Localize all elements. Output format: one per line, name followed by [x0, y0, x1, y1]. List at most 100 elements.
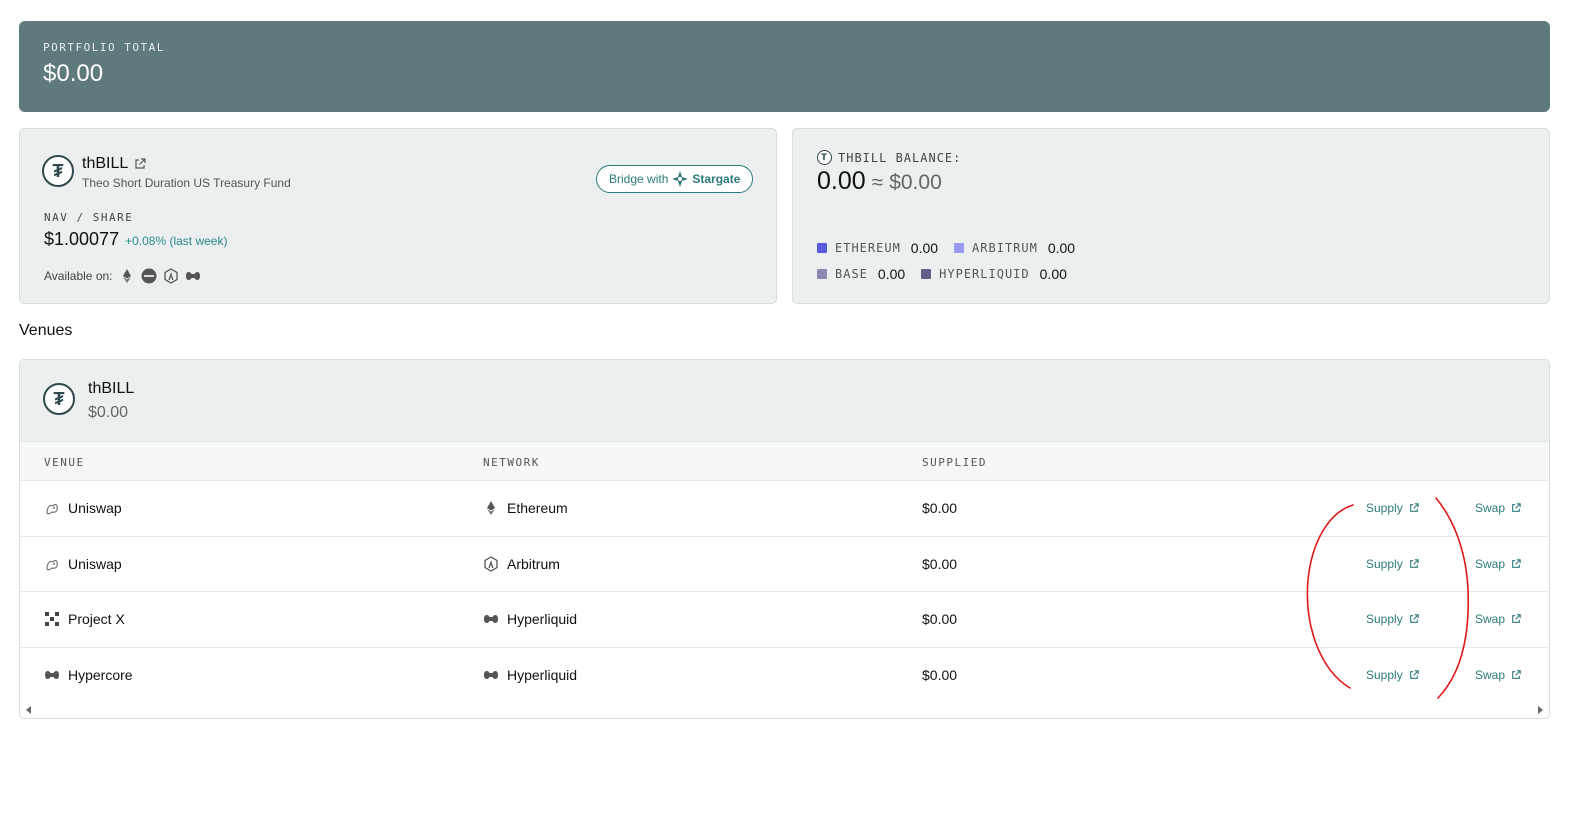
swap-link[interactable]: Swap: [1475, 592, 1521, 647]
venues-table-card: ₮ thBILL $0.00 VENUE NETWORK SUPPLIED Un…: [19, 359, 1550, 719]
thbill-logo-icon: ₮: [42, 155, 74, 187]
balance-card: ₮ THBILL BALANCE: 0.00 ≈ $0.00 ETHEREUM …: [792, 128, 1550, 304]
supply-label: Supply: [1366, 612, 1403, 627]
external-link-icon: [1512, 670, 1521, 679]
network-name: Arbitrum: [507, 555, 560, 572]
swap-link[interactable]: Swap: [1475, 648, 1521, 703]
balance-value-row: 0.00 ≈ $0.00: [817, 167, 942, 196]
venues-title: Venues: [19, 322, 73, 339]
chain-name: ETHEREUM: [835, 241, 901, 255]
swap-link[interactable]: Swap: [1475, 537, 1521, 592]
table-row: Hypercore Hyperliquid $0.00 Supply Swap: [20, 648, 1549, 703]
external-link-icon: [1409, 559, 1419, 568]
chain-balance-base: BASE 0.00: [817, 266, 905, 282]
arbitrum-icon: [484, 555, 498, 572]
horizontal-scrollbar[interactable]: [20, 702, 1549, 718]
fund-name: thBILL: [82, 155, 129, 172]
external-link-icon: [1409, 670, 1419, 679]
swap-link[interactable]: Swap: [1475, 481, 1521, 536]
thbill-logo-icon: ₮: [43, 383, 75, 415]
supply-link[interactable]: Supply: [1366, 537, 1419, 592]
stargate-brand: Stargate: [692, 172, 741, 186]
supply-link[interactable]: Supply: [1366, 481, 1419, 536]
portfolio-total-label: PORTFOLIO TOTAL: [43, 41, 165, 54]
fund-subtitle: Theo Short Duration US Treasury Fund: [82, 176, 291, 190]
chain-value: 0.00: [910, 240, 939, 256]
supply-link[interactable]: Supply: [1366, 648, 1419, 703]
bridge-stargate-button[interactable]: Bridge with Stargate: [596, 165, 754, 193]
supply-label: Supply: [1366, 556, 1403, 571]
network-name: Hyperliquid: [507, 611, 578, 628]
external-link-icon: [1409, 614, 1419, 624]
base-icon: [141, 268, 156, 284]
chain-balances: ETHEREUM 0.00 ARBITRUM 0.00 BASE 0.00 HY…: [817, 235, 1091, 287]
portfolio-total-value: $0.00: [43, 60, 104, 87]
network-cell: Ethereum: [483, 481, 568, 536]
supply-link[interactable]: Supply: [1366, 592, 1419, 647]
chain-value: 0.00: [877, 266, 906, 282]
hyperliquid-icon: [185, 271, 200, 281]
table-row: Uniswap Arbitrum $0.00 Supply Swap: [20, 537, 1549, 592]
venues-token-value: $0.00: [88, 404, 129, 421]
balance-amount: 0.00: [817, 167, 866, 195]
available-on: Available on:: [44, 268, 201, 284]
hyperliquid-icon: [484, 615, 498, 624]
ethereum-icon: [122, 269, 131, 283]
external-link-icon: [1409, 503, 1419, 513]
network-cell: Hyperliquid: [483, 648, 577, 703]
venue-name: Uniswap: [68, 555, 122, 572]
table-row: Uniswap Ethereum $0.00 Supply Swap: [20, 481, 1549, 537]
supplied-cell: $0.00: [922, 555, 958, 572]
venue-name: Uniswap: [68, 500, 122, 517]
venue-cell: Uniswap: [44, 481, 122, 536]
uniswap-icon: [46, 559, 58, 570]
nav-label: NAV / SHARE: [44, 211, 134, 224]
nav-change: +0.08% (last week): [125, 234, 228, 248]
venues-token-name: thBILL: [88, 380, 135, 397]
column-supplied: SUPPLIED: [922, 456, 987, 469]
supplied-cell: $0.00: [922, 611, 958, 628]
network-cell: Arbitrum: [483, 537, 560, 592]
venue-name: Hypercore: [68, 666, 133, 683]
swap-label: Swap: [1475, 667, 1506, 682]
table-header: VENUE NETWORK SUPPLIED: [20, 441, 1549, 481]
arbitrum-icon: [163, 268, 178, 284]
portfolio-total-banner: PORTFOLIO TOTAL $0.00: [19, 21, 1550, 112]
supply-label: Supply: [1366, 667, 1403, 682]
thbill-mini-icon: ₮: [817, 150, 832, 165]
chain-balance-arbitrum: ARBITRUM 0.00: [954, 240, 1075, 256]
chain-balance-hyperliquid: HYPERLIQUID 0.00: [921, 266, 1067, 282]
table-row: Project X Hyperliquid $0.00 Supply Swap: [20, 592, 1549, 648]
chain-name: BASE: [835, 267, 868, 281]
stargate-icon: [672, 171, 689, 187]
uniswap-icon: [46, 504, 58, 515]
fund-name-link[interactable]: thBILL: [82, 155, 146, 173]
project-x-icon: [45, 612, 59, 627]
hyperliquid-swatch: [921, 269, 932, 279]
hyperliquid-icon: [484, 670, 498, 679]
balance-usd: $0.00: [889, 171, 942, 194]
external-link-icon: [1512, 503, 1521, 513]
venue-cell: Project X: [44, 592, 125, 647]
supplied-cell: $0.00: [922, 500, 958, 517]
column-venue: VENUE: [44, 456, 85, 469]
balance-label-row: ₮ THBILL BALANCE:: [817, 150, 961, 165]
network-cell: Hyperliquid: [483, 592, 577, 647]
external-link-icon: [1512, 614, 1521, 624]
scroll-right-arrow-icon[interactable]: [1538, 706, 1543, 714]
venues-token-header: ₮ thBILL $0.00: [20, 360, 1549, 441]
chain-name: HYPERLIQUID: [939, 267, 1030, 281]
chain-name: ARBITRUM: [972, 241, 1038, 255]
network-name: Hyperliquid: [507, 666, 578, 683]
external-link-icon: [135, 158, 146, 169]
scroll-left-arrow-icon[interactable]: [26, 706, 31, 714]
supplied-cell: $0.00: [922, 666, 958, 683]
external-link-icon: [1512, 559, 1521, 568]
base-swatch: [817, 269, 827, 279]
venue-name: Project X: [68, 611, 125, 628]
swap-label: Swap: [1475, 501, 1506, 516]
nav-value: $1.00077: [44, 229, 120, 249]
bridge-label: Bridge with: [609, 172, 669, 186]
balance-label: THBILL BALANCE:: [838, 150, 962, 165]
ethereum-icon: [487, 501, 495, 516]
